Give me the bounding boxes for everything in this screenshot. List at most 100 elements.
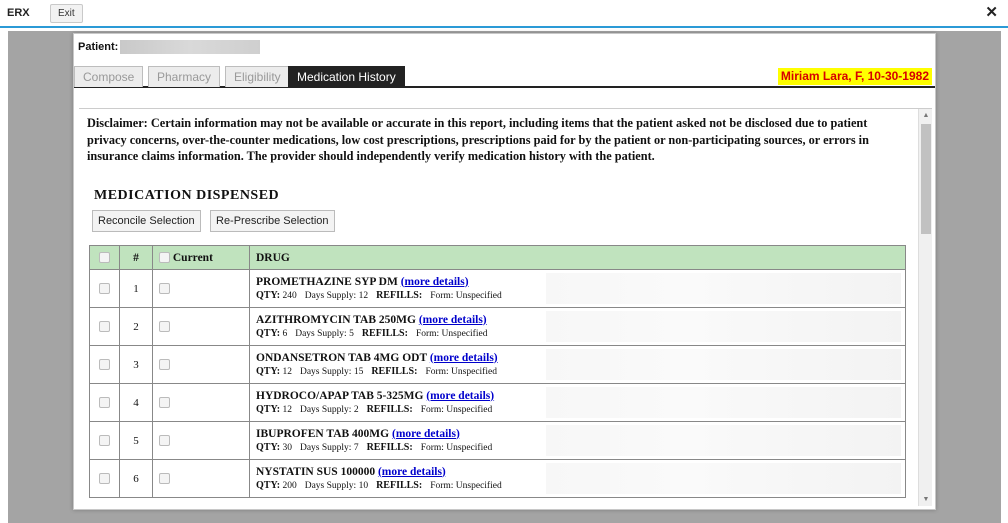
form-label: Form: [415,328,440,339]
row-current-checkbox[interactable] [159,283,170,295]
qty-label: QTY: [256,289,281,301]
medication-history-dialog: Patient: Compose Pharmacy Eligibility Me… [73,33,936,510]
drug-name: IBUPROFEN TAB 400MG [256,427,390,440]
row-number: 6 [119,459,153,498]
table-row: 2 AZITHROMYCIN TAB 250MG (more details) QT… [89,307,906,346]
form-label: Form: [430,290,454,301]
qty-label: QTY: [256,327,281,339]
qty-value: 240 [282,290,297,301]
days-supply-value: 2 [353,404,359,415]
row-number: 1 [119,269,153,308]
scroll-down-icon[interactable]: ▼ [919,493,932,506]
more-details-link[interactable]: (more details) [419,314,487,326]
medication-table: # Current DRUG 1 PROMETHAZINE SYP DM (mor… [89,245,906,498]
drug-name: NYSTATIN SUS 100000 [256,465,376,478]
close-icon[interactable]: ✕ [985,5,998,21]
row-select-checkbox[interactable] [99,473,110,485]
redacted-area [546,463,901,494]
tab-bar: Compose Pharmacy Eligibility Medication … [74,66,935,88]
qty-value: 30 [282,442,292,453]
redacted-area [546,311,901,342]
scroll-thumb[interactable] [921,124,931,234]
select-cell [89,307,120,346]
table-header-row: # Current DRUG [89,245,906,270]
days-supply-label: Days Supply: [299,404,352,415]
select-cell [89,421,120,460]
qty-label: QTY: [256,365,281,377]
qty-label: QTY: [256,479,281,491]
form-label: Form: [430,480,454,491]
re-prescribe-selection-button[interactable]: Re-Prescribe Selection [210,210,335,232]
current-cell [152,383,250,422]
table-row: 6 NYSTATIN SUS 100000 (more details) QTY: … [89,459,906,498]
row-current-checkbox[interactable] [159,321,170,333]
refills-label: REFILLS: [371,365,418,377]
row-select-checkbox[interactable] [99,397,110,409]
qty-value: 6 [282,328,288,339]
reconcile-selection-button[interactable]: Reconcile Selection [92,210,201,232]
drug-cell: ONDANSETRON TAB 4MG ODT (more details) QT… [249,345,906,384]
qty-value: 200 [282,480,297,491]
days-supply-value: 15 [353,366,364,377]
section-title: MEDICATION DISPENSED [94,188,280,203]
current-all-checkbox[interactable] [159,252,170,264]
drug-name: PROMETHAZINE SYP DM [256,275,398,288]
select-cell [89,459,120,498]
qty-label: QTY: [256,403,281,415]
select-all-cell [89,245,120,270]
row-select-checkbox[interactable] [99,359,110,371]
select-cell [89,383,120,422]
tab-eligibility[interactable]: Eligibility [225,66,290,87]
row-number: 2 [119,307,153,346]
days-supply-label: Days Supply: [304,480,357,491]
current-cell [152,345,250,384]
exit-button[interactable]: Exit [50,4,83,23]
current-cell [152,307,250,346]
days-supply-label: Days Supply: [295,328,347,339]
select-all-checkbox[interactable] [99,252,110,264]
form-value: Unspecified [441,328,488,339]
vertical-scrollbar[interactable]: ▲ ▼ [918,109,932,506]
current-cell [152,269,250,308]
current-header: Current [152,245,250,270]
tab-medication-history[interactable]: Medication History [288,66,405,87]
drug-cell: IBUPROFEN TAB 400MG (more details) QTY: 3… [249,421,906,460]
more-details-link[interactable]: (more details) [430,352,498,364]
drug-name: HYDROCO/APAP TAB 5-325MG [256,389,424,402]
more-details-link[interactable]: (more details) [392,428,460,440]
row-current-checkbox[interactable] [159,473,170,485]
drug-cell: AZITHROMYCIN TAB 250MG (more details) QTY… [249,307,906,346]
refills-label: REFILLS: [376,289,423,301]
row-current-checkbox[interactable] [159,397,170,409]
more-details-link[interactable]: (more details) [401,276,469,288]
row-select-checkbox[interactable] [99,283,110,295]
row-number: 5 [119,421,153,460]
row-select-checkbox[interactable] [99,321,110,333]
qty-value: 12 [282,404,292,415]
drug-name: ONDANSETRON TAB 4MG ODT [256,351,427,364]
drug-header: DRUG [249,245,906,270]
table-row: 3 ONDANSETRON TAB 4MG ODT (more details) Q… [89,345,906,384]
tab-pharmacy[interactable]: Pharmacy [148,66,221,87]
medication-history-panel: Disclaimer: Certain information may not … [79,108,932,506]
scroll-up-icon[interactable]: ▲ [919,109,932,123]
current-cell [152,421,250,460]
days-supply-label: Days Supply: [304,290,357,301]
days-supply-value: 10 [358,480,369,491]
row-current-checkbox[interactable] [159,359,170,371]
form-label: Form: [420,442,444,453]
drug-cell: HYDROCO/APAP TAB 5-325MG (more details) Q… [249,383,906,422]
select-cell [89,269,120,308]
table-row: 4 HYDROCO/APAP TAB 5-325MG (more details)… [89,383,906,422]
more-details-link[interactable]: (more details) [426,390,494,402]
select-cell [89,345,120,384]
tab-compose[interactable]: Compose [74,66,144,87]
redacted-area [546,387,901,418]
row-current-checkbox[interactable] [159,435,170,447]
row-select-checkbox[interactable] [99,435,110,447]
days-supply-label: Days Supply: [299,442,352,453]
redacted-area [546,425,901,456]
drug-cell: NYSTATIN SUS 100000 (more details) QTY: 2… [249,459,906,498]
more-details-link[interactable]: (more details) [378,466,446,478]
refills-label: REFILLS: [366,441,413,453]
